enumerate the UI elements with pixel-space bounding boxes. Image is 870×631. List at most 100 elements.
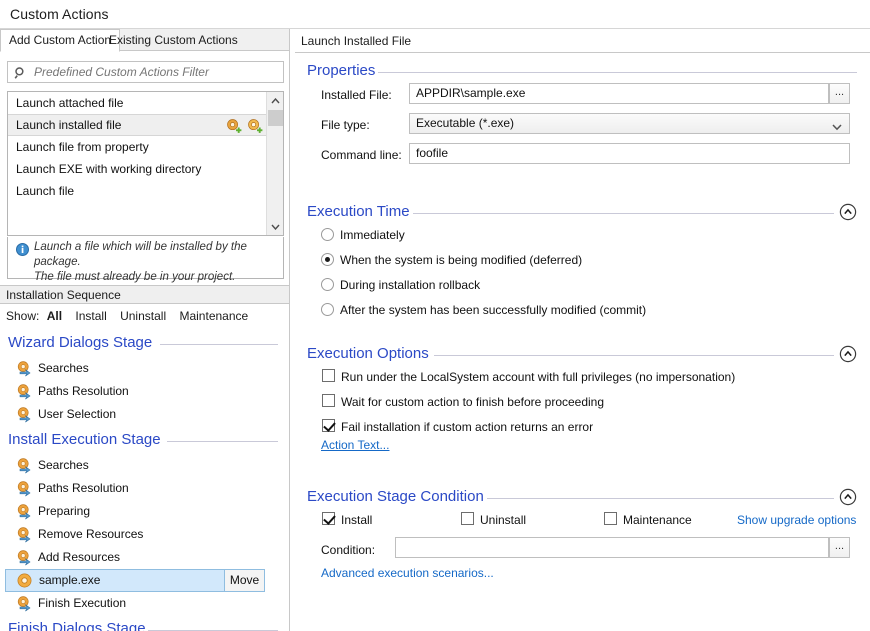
list-item-selected[interactable]: Launch installed file xyxy=(8,114,266,136)
execution-time-option-rollback[interactable]: During installation rollback xyxy=(291,274,870,299)
filter-install[interactable]: Install xyxy=(75,309,106,323)
action-text-link[interactable]: Action Text... xyxy=(321,438,389,452)
sequence-item-paths-resolution[interactable]: Paths Resolution xyxy=(0,380,290,403)
filter-all[interactable]: All xyxy=(47,309,62,323)
list-scrollbar[interactable] xyxy=(266,92,283,235)
stage-title: Finish Dialogs Stage xyxy=(8,620,146,631)
radio-deferred[interactable] xyxy=(321,253,334,266)
advanced-execution-scenarios-link[interactable]: Advanced execution scenarios... xyxy=(321,566,494,580)
list-item-actions xyxy=(224,116,264,135)
installed-file-browse-button[interactable]: ... xyxy=(829,83,850,104)
gear-add-alt-icon[interactable] xyxy=(245,116,264,135)
checkbox-localsystem-label: Run under the LocalSystem account with f… xyxy=(341,370,736,384)
checkbox-uninstall[interactable] xyxy=(461,512,474,525)
info-text-line2: The file must already be in your project… xyxy=(34,271,236,283)
installation-sequence-header: Installation Sequence xyxy=(0,285,290,304)
properties-group-title: Properties xyxy=(291,61,870,83)
show-upgrade-options-link[interactable]: Show upgrade options xyxy=(737,513,856,527)
action-icon xyxy=(16,549,33,566)
sequence-item-label: Finish Execution xyxy=(38,596,127,610)
show-label: Show: xyxy=(6,309,40,323)
radio-commit[interactable] xyxy=(321,303,334,316)
execution-options-group-title: Execution Options xyxy=(291,344,870,366)
execution-stage-condition-collapse-button[interactable] xyxy=(839,488,857,506)
checkbox-uninstall-label: Uninstall xyxy=(480,513,527,527)
execution-time-option-immediately[interactable]: Immediately xyxy=(291,224,870,249)
action-icon xyxy=(16,595,33,612)
scroll-up-chevron-icon[interactable] xyxy=(267,92,284,109)
sequence-item-searches-2[interactable]: Searches xyxy=(0,454,290,477)
execution-option-fail[interactable]: Fail installation if custom action retur… xyxy=(291,416,870,436)
move-button[interactable]: Move xyxy=(224,569,265,592)
scroll-down-chevron-icon[interactable] xyxy=(267,218,284,235)
tab-add-custom-action-label: Add Custom Action xyxy=(9,33,112,47)
radio-rollback[interactable] xyxy=(321,278,334,291)
stage-header-wizard-dialogs: Wizard Dialogs Stage xyxy=(0,331,290,357)
gear-add-icon[interactable] xyxy=(224,116,243,135)
action-icon xyxy=(16,457,33,474)
stage-header-install-execution: Install Execution Stage xyxy=(0,428,290,454)
search-box[interactable] xyxy=(7,61,284,83)
action-icon xyxy=(16,406,33,423)
list-item[interactable]: Launch attached file xyxy=(8,92,266,114)
file-type-select[interactable]: Executable (*.exe) xyxy=(409,113,850,134)
execution-options-group: Execution Options Run under the LocalSys… xyxy=(291,344,870,456)
execution-time-option-commit[interactable]: After the system has been successfully m… xyxy=(291,299,870,324)
list-item[interactable]: Launch file xyxy=(8,180,266,202)
checkbox-localsystem[interactable] xyxy=(322,369,335,382)
filter-maintenance[interactable]: Maintenance xyxy=(179,309,248,323)
execution-option-localsystem[interactable]: Run under the LocalSystem account with f… xyxy=(291,366,870,391)
list-item-label: Launch EXE with working directory xyxy=(16,162,202,176)
list-item[interactable]: Launch file from property xyxy=(8,136,266,158)
sequence-item-preparing[interactable]: Preparing xyxy=(0,500,290,523)
execution-time-collapse-button[interactable] xyxy=(839,203,857,221)
predefined-actions-list-inner: Launch attached file Launch installed fi… xyxy=(8,92,266,235)
command-line-input[interactable]: foofile xyxy=(409,143,850,164)
sequence-item-sample-exe[interactable]: sample.exe Move xyxy=(5,569,265,592)
action-icon xyxy=(16,360,33,377)
execution-stage-condition-group: Execution Stage Condition Install Uninst… xyxy=(291,487,870,585)
execution-option-wait[interactable]: Wait for custom action to finish before … xyxy=(291,391,870,416)
sequence-item-label: sample.exe xyxy=(39,573,101,587)
tabstrip: Add Custom Action Existing Custom Action… xyxy=(0,29,290,52)
stage-condition-checkbox-row: Install Uninstall Maintenance Show upgra… xyxy=(291,509,870,537)
radio-rollback-label: During installation rollback xyxy=(340,278,481,292)
checkbox-install[interactable] xyxy=(322,512,335,525)
stage-rule xyxy=(160,344,278,345)
sequence-item-label: Searches xyxy=(38,361,89,375)
properties-group: Properties Installed File: APPDIR\sample… xyxy=(291,61,870,171)
checkbox-maintenance[interactable] xyxy=(604,512,617,525)
sequence-item-searches[interactable]: Searches xyxy=(0,357,290,380)
checkbox-wait[interactable] xyxy=(322,394,335,407)
tab-existing-custom-actions[interactable]: Existing Custom Actions xyxy=(100,29,247,51)
sequence-filter-bar: Show: All Install Uninstall Maintenance xyxy=(0,309,290,327)
checkbox-fail-install-label: Fail installation if custom action retur… xyxy=(341,420,594,434)
execution-stage-condition-title-label: Execution Stage Condition xyxy=(307,488,484,505)
sequence-item-finish-execution[interactable]: Finish Execution xyxy=(0,592,290,615)
filter-uninstall[interactable]: Uninstall xyxy=(120,309,166,323)
file-type-label: File type: xyxy=(321,118,370,132)
file-type-value: Executable (*.exe) xyxy=(416,116,515,130)
predefined-actions-list[interactable]: Launch attached file Launch installed fi… xyxy=(7,91,284,236)
execution-time-option-deferred[interactable]: When the system is being modified (defer… xyxy=(291,249,870,274)
sequence-item-label: Paths Resolution xyxy=(38,481,129,495)
sequence-item-label: User Selection xyxy=(38,407,117,421)
group-rule xyxy=(487,498,834,499)
scrollbar-thumb[interactable] xyxy=(268,110,283,126)
execution-options-collapse-button[interactable] xyxy=(839,345,857,363)
sequence-item-remove-resources[interactable]: Remove Resources xyxy=(0,523,290,546)
search-input[interactable] xyxy=(32,62,280,82)
checkbox-fail-install[interactable] xyxy=(322,419,335,432)
info-panel: Launch a file which will be installed by… xyxy=(7,237,284,283)
sequence-item-paths-resolution-2[interactable]: Paths Resolution xyxy=(0,477,290,500)
panel-divider xyxy=(289,29,290,631)
installed-file-input[interactable]: APPDIR\sample.exe xyxy=(409,83,829,104)
execution-stage-condition-group-title: Execution Stage Condition xyxy=(291,487,870,509)
condition-input[interactable] xyxy=(395,537,829,558)
sequence-item-add-resources[interactable]: Add Resources xyxy=(0,546,290,569)
radio-immediately[interactable] xyxy=(321,228,334,241)
page-title: Custom Actions xyxy=(10,6,109,22)
sequence-item-user-selection[interactable]: User Selection xyxy=(0,403,290,426)
list-item[interactable]: Launch EXE with working directory xyxy=(8,158,266,180)
condition-browse-button[interactable]: ... xyxy=(829,537,850,558)
